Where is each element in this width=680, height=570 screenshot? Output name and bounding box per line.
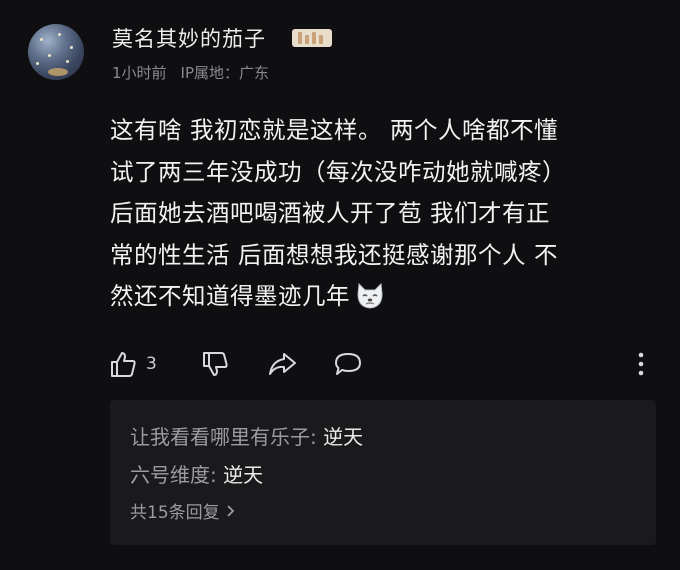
- comment-line: 后面她去酒吧喝酒被人开了苞 我们才有正: [110, 199, 550, 227]
- share-button[interactable]: [266, 346, 298, 382]
- level-badge-icon: [292, 29, 332, 47]
- view-all-replies-link[interactable]: 共15条回复: [130, 498, 656, 523]
- more-options-button[interactable]: [634, 346, 648, 382]
- more-vertical-icon: [638, 352, 644, 376]
- thumbs-up-icon: [111, 352, 136, 377]
- post-time: 1小时前: [112, 64, 167, 82]
- reply-separator: :: [310, 425, 324, 449]
- reply-author[interactable]: 让我看看哪里有乐子: [130, 425, 310, 449]
- dog-emoji-icon: [357, 282, 383, 309]
- comment-icon: [335, 353, 361, 375]
- avatar[interactable]: [28, 24, 84, 80]
- comment-line: 然还不知道得墨迹几年: [110, 282, 350, 310]
- reply-item[interactable]: 六号维度: 逆天: [130, 456, 656, 494]
- dislike-button[interactable]: [200, 346, 230, 382]
- reply-text: 逆天: [223, 463, 264, 487]
- ip-location: IP属地：广东: [180, 64, 270, 82]
- comment-line: 这有啥 我初恋就是这样。 两个人啥都不懂: [110, 116, 558, 144]
- comment-line: 试了两三年没成功（每次没咋动她就喊疼）: [110, 157, 566, 186]
- reply-author[interactable]: 六号维度: [130, 463, 210, 487]
- reply-text: 逆天: [323, 425, 364, 449]
- comment-body: 这有啥 我初恋就是这样。 两个人啥都不懂 试了两三年没成功（每次没咋动她就喊疼）…: [110, 110, 658, 318]
- comment-line-last: 然还不知道得墨迹几年: [110, 276, 658, 318]
- thumbs-down-icon: [203, 352, 228, 376]
- comment-card: 莫名其妙的茄子 1小时前 IP属地：广东 这有啥 我初恋就是这样。 两个人啥都不…: [0, 0, 680, 570]
- action-bar: 3: [108, 346, 656, 382]
- reply-item[interactable]: 让我看看哪里有乐子: 逆天: [130, 418, 656, 456]
- comment-line: 常的性生活 后面想想我还挺感谢那个人 不: [110, 240, 558, 269]
- comment-button[interactable]: [332, 346, 364, 382]
- username[interactable]: 莫名其妙的茄子: [112, 23, 266, 53]
- reply-preview[interactable]: 让我看看哪里有乐子: 逆天 六号维度: 逆天 共15条回复: [110, 400, 656, 545]
- reply-separator: :: [210, 463, 224, 487]
- like-count: 3: [146, 354, 157, 374]
- like-button[interactable]: 3: [108, 346, 157, 382]
- post-meta: 1小时前 IP属地：广东: [112, 62, 269, 83]
- view-all-replies-label: 共15条回复: [130, 503, 220, 523]
- share-icon: [269, 353, 296, 375]
- chevron-right-icon: [227, 504, 234, 517]
